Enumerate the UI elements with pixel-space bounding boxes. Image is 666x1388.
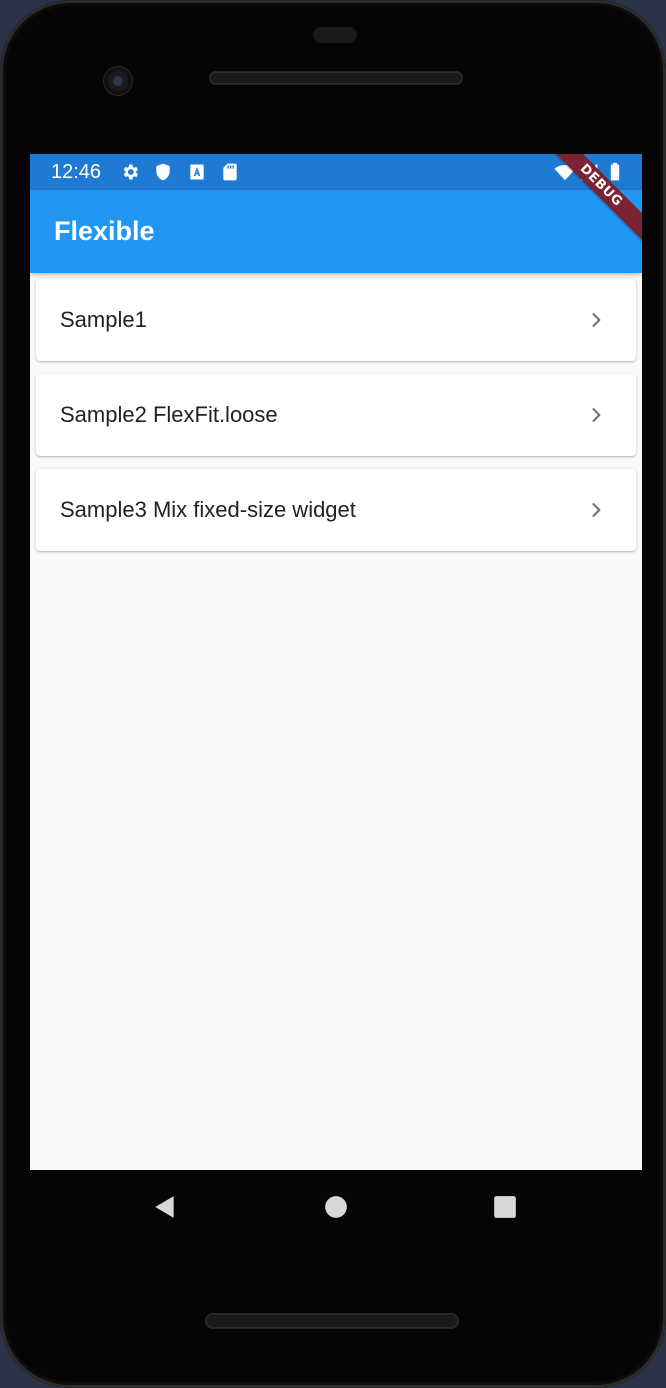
chevron-right-icon <box>592 313 601 327</box>
recents-icon[interactable] <box>492 1194 518 1220</box>
list-item-label: Sample2 FlexFit.loose <box>60 402 278 427</box>
status-bar: 12:46 <box>30 154 642 190</box>
page-title: Flexible <box>54 216 155 246</box>
list-item-label: Sample1 <box>60 307 147 332</box>
chevron-right-icon <box>592 503 601 517</box>
list-item-label: Sample3 Mix fixed-size widget <box>60 497 356 522</box>
earpiece-bump <box>313 27 357 43</box>
list-item-sample1[interactable]: Sample1 <box>36 279 636 361</box>
settings-icon <box>123 164 138 180</box>
phone-frame: 12:46 Flexible DEBUG Sample1 Sample2 Fle… <box>0 0 666 1388</box>
app-bar: Flexible <box>30 190 642 273</box>
system-nav-bar <box>0 1170 666 1242</box>
sample-list: Sample1 Sample2 FlexFit.loose Sample3 Mi… <box>36 279 636 564</box>
shield-icon <box>156 163 170 181</box>
chevron-right-icon <box>592 408 601 422</box>
list-item-sample2[interactable]: Sample2 FlexFit.loose <box>36 374 636 456</box>
status-time: 12:46 <box>51 161 102 183</box>
sd-card-icon <box>223 163 237 181</box>
screen: 12:46 Flexible DEBUG Sample1 Sample2 Fle… <box>30 154 642 1170</box>
back-icon[interactable] <box>152 1194 178 1220</box>
top-speaker <box>209 71 463 85</box>
bottom-speaker <box>205 1313 459 1329</box>
front-camera <box>104 67 132 95</box>
home-icon[interactable] <box>323 1194 349 1220</box>
list-item-sample3[interactable]: Sample3 Mix fixed-size widget <box>36 469 636 551</box>
font-a-icon <box>190 164 204 180</box>
